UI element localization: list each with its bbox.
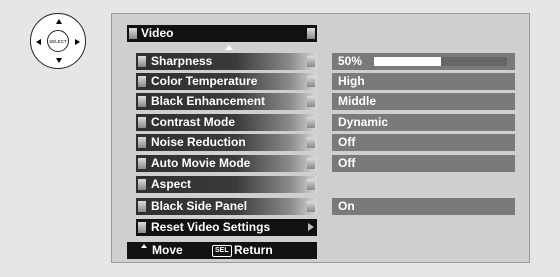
menu-item-label: Black Side Panel	[151, 199, 248, 213]
menu-row-reset-video-settings: Reset Video Settings	[112, 219, 531, 236]
menu-row-noise-reduction: Noise Reduction Off	[112, 134, 531, 151]
tab-marker-icon	[138, 179, 146, 190]
menu-footer-hints: Move SEL Return	[127, 242, 317, 259]
tab-marker-icon	[307, 137, 315, 148]
tab-marker-icon	[307, 96, 315, 107]
tab-marker-icon	[307, 28, 315, 39]
menu-item-label: Auto Movie Mode	[151, 156, 251, 170]
menu-item-label: Black Enhancement	[151, 94, 266, 108]
dpad-up-arrow-icon	[56, 19, 62, 24]
menu-item-label: Color Temperature	[151, 74, 258, 88]
sharpness-level-fill	[374, 57, 441, 66]
menu-item-contrast-mode[interactable]: Contrast Mode	[136, 114, 317, 131]
menu-item-label: Sharpness	[151, 54, 213, 68]
move-caret-icon	[141, 244, 147, 248]
menu-row-color-temperature: Color Temperature High	[112, 73, 531, 90]
dpad-select-button: SELECT	[47, 30, 69, 52]
remote-dpad-illustration: SELECT	[30, 13, 86, 69]
value-black-enhancement: Middle	[332, 93, 515, 110]
menu-item-color-temperature[interactable]: Color Temperature	[136, 73, 317, 90]
menu-item-label: Noise Reduction	[151, 135, 246, 149]
tab-marker-icon	[307, 158, 315, 169]
value-auto-movie-mode: Off	[332, 155, 515, 172]
enter-arrow-icon	[308, 223, 314, 231]
value-noise-reduction: Off	[332, 134, 515, 151]
dpad-left-arrow-icon	[36, 39, 41, 45]
tab-marker-icon	[138, 158, 146, 169]
tab-marker-icon	[307, 201, 315, 212]
tab-marker-icon	[307, 117, 315, 128]
value-text: 50%	[338, 54, 363, 68]
menu-row-aspect: Aspect	[112, 176, 531, 193]
sharpness-level-bar[interactable]	[374, 57, 507, 66]
menu-row-auto-movie-mode: Auto Movie Mode Off	[112, 155, 531, 172]
tab-marker-icon	[307, 76, 315, 87]
menu-item-label: Contrast Mode	[151, 115, 235, 129]
menu-item-reset-video-settings[interactable]: Reset Video Settings	[136, 219, 317, 236]
dpad-down-arrow-icon	[56, 58, 62, 63]
select-key-badge: SEL	[212, 245, 232, 257]
value-color-temperature: High	[332, 73, 515, 90]
menu-item-sharpness[interactable]: Sharpness	[136, 53, 317, 70]
tab-marker-icon	[138, 117, 146, 128]
menu-item-label: Reset Video Settings	[151, 220, 271, 234]
tab-marker-icon	[307, 56, 315, 67]
tab-marker-icon	[138, 201, 146, 212]
tab-marker-icon	[307, 179, 315, 190]
tab-marker-icon	[138, 56, 146, 67]
tab-marker-icon	[138, 137, 146, 148]
menu-row-black-side-panel: Black Side Panel On	[112, 198, 531, 215]
menu-row-sharpness: Sharpness 50%	[112, 53, 531, 70]
value-sharpness: 50%	[332, 53, 515, 70]
tab-marker-icon	[129, 28, 137, 39]
move-hint-label: Move	[152, 243, 183, 257]
menu-item-black-side-panel[interactable]: Black Side Panel	[136, 198, 317, 215]
value-contrast-mode: Dynamic	[332, 114, 515, 131]
menu-item-label: Aspect	[151, 177, 192, 191]
scroll-up-caret-icon	[225, 45, 233, 50]
menu-title-bar: Video	[127, 25, 317, 42]
menu-item-auto-movie-mode[interactable]: Auto Movie Mode	[136, 155, 317, 172]
menu-row-black-enhancement: Black Enhancement Middle	[112, 93, 531, 110]
menu-item-noise-reduction[interactable]: Noise Reduction	[136, 134, 317, 151]
dpad-right-arrow-icon	[75, 39, 80, 45]
return-hint-label: Return	[234, 243, 273, 257]
menu-row-contrast-mode: Contrast Mode Dynamic	[112, 114, 531, 131]
menu-item-aspect[interactable]: Aspect	[136, 176, 317, 193]
video-menu-panel: Video Sharpness 50% Color Temperature Hi…	[111, 13, 530, 263]
tab-marker-icon	[138, 96, 146, 107]
value-black-side-panel: On	[332, 198, 515, 215]
menu-title: Video	[141, 26, 174, 40]
tab-marker-icon	[138, 222, 146, 233]
tab-marker-icon	[138, 76, 146, 87]
menu-item-black-enhancement[interactable]: Black Enhancement	[136, 93, 317, 110]
